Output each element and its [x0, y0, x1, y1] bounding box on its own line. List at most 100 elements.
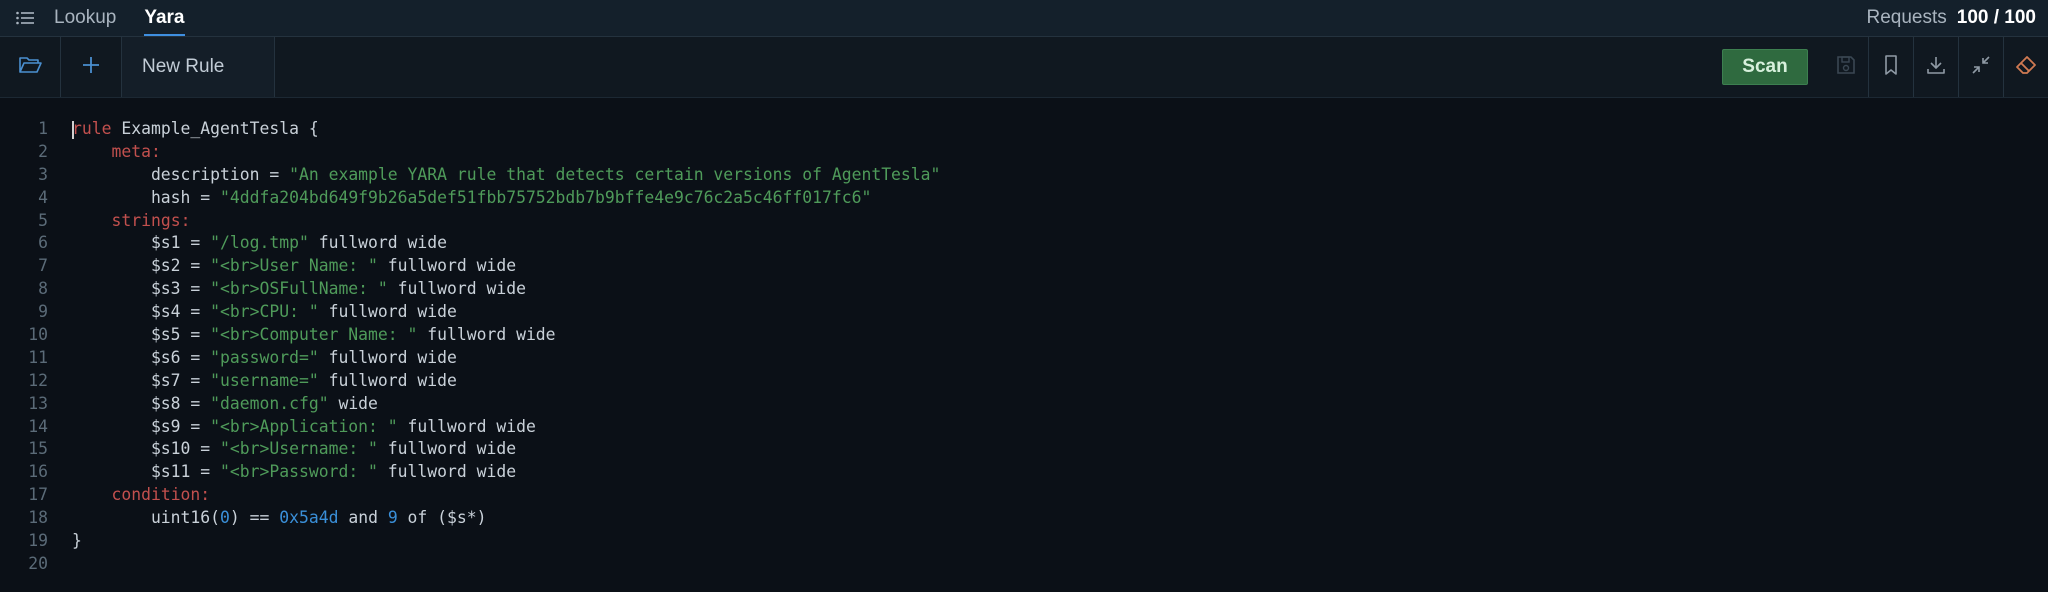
code-token: Example_AgentTesla {: [111, 119, 319, 138]
code-line[interactable]: 20: [0, 553, 2048, 576]
code-line[interactable]: 6 $s1 = "/log.tmp" fullword wide: [0, 232, 2048, 255]
code-line[interactable]: 18 uint16(0) == 0x5a4d and 9 of ($s*): [0, 507, 2048, 530]
code-token: 0: [220, 508, 230, 528]
line-number: 1: [38, 119, 48, 138]
scan-button[interactable]: Scan: [1722, 49, 1808, 85]
code-token: hash =: [72, 187, 221, 207]
code-token: "username=": [210, 370, 319, 390]
code-token: "/log.tmp": [210, 233, 309, 253]
code-line[interactable]: 17 condition:: [0, 484, 2048, 507]
code-text: condition:: [72, 484, 210, 507]
tab-yara[interactable]: Yara: [144, 0, 185, 36]
code-text: $s9 = "<br>Application: " fullword wide: [72, 416, 536, 439]
code-line[interactable]: 15 $s10 = "<br>Username: " fullword wide: [0, 438, 2048, 461]
line-number: 18: [28, 508, 48, 528]
code-text: strings:: [72, 210, 190, 233]
code-token: 9: [387, 508, 398, 528]
line-number: 15: [28, 439, 48, 459]
code-token: $s10 =: [72, 439, 221, 459]
code-token: fullword wide: [377, 256, 517, 276]
list-menu-icon[interactable]: [14, 9, 36, 27]
code-token: $s1 =: [72, 233, 211, 253]
folder-open-icon: [18, 55, 42, 80]
code-line[interactable]: 12 $s7 = "username=" fullword wide: [0, 370, 2048, 393]
code-token: fullword wide: [308, 233, 447, 253]
line-number: 14: [28, 416, 48, 436]
code-line[interactable]: 16 $s11 = "<br>Password: " fullword wide: [0, 461, 2048, 484]
code-token: $s6 =: [72, 347, 211, 367]
save-icon: [1835, 54, 1857, 81]
code-line[interactable]: 9 $s4 = "<br>CPU: " fullword wide: [0, 301, 2048, 324]
code-line[interactable]: 4 hash = "4ddfa204bd649f9b26a5def51fbb75…: [0, 187, 2048, 210]
code-token: }: [72, 531, 82, 551]
code-editor[interactable]: 1 rule Example_AgentTesla {2 meta: 3 descr…: [0, 98, 2048, 576]
code-token: $s3 =: [72, 279, 211, 299]
code-token: condition: [111, 485, 201, 505]
code-text: rule Example_AgentTesla {: [72, 118, 319, 141]
code-line[interactable]: 3 description = "An example YARA rule th…: [0, 164, 2048, 187]
code-token: "password=": [210, 347, 319, 367]
save-button[interactable]: [1824, 37, 1868, 97]
code-token: fullword wide: [318, 347, 457, 367]
open-folder-button[interactable]: [0, 37, 61, 97]
plus-icon: [81, 55, 101, 80]
code-text: description = "An example YARA rule that…: [72, 164, 940, 187]
line-number: 6: [38, 233, 48, 253]
code-token: "<br>Username: ": [220, 439, 378, 459]
code-line[interactable]: 11 $s6 = "password=" fullword wide: [0, 347, 2048, 370]
code-line[interactable]: 13 $s8 = "daemon.cfg" wide: [0, 393, 2048, 416]
line-number: 9: [38, 302, 48, 322]
code-text: $s1 = "/log.tmp" fullword wide: [72, 232, 447, 255]
collapse-button[interactable]: [1959, 37, 2003, 97]
code-token: and: [338, 508, 388, 528]
code-text: $s2 = "<br>User Name: " fullword wide: [72, 255, 516, 278]
code-line[interactable]: 14 $s9 = "<br>Application: " fullword wi…: [0, 416, 2048, 439]
requests-value: 100 / 100: [1956, 7, 2036, 28]
code-token: $s11 =: [72, 462, 221, 482]
code-text: $s4 = "<br>CPU: " fullword wide: [72, 301, 457, 324]
code-line[interactable]: 8 $s3 = "<br>OSFullName: " fullword wide: [0, 278, 2048, 301]
code-token: $s5 =: [72, 325, 211, 345]
code-text: $s6 = "password=" fullword wide: [72, 347, 457, 370]
code-token: :: [200, 485, 211, 505]
add-rule-button[interactable]: [61, 37, 122, 97]
code-token: description =: [72, 164, 290, 184]
code-token: of ($s*): [397, 508, 487, 528]
line-number: 10: [28, 325, 48, 345]
code-line[interactable]: 10 $s5 = "<br>Computer Name: " fullword …: [0, 324, 2048, 347]
code-line[interactable]: 7 $s2 = "<br>User Name: " fullword wide: [0, 255, 2048, 278]
code-token: fullword wide: [377, 462, 517, 482]
download-button[interactable]: [1914, 37, 1958, 97]
code-token: fullword wide: [397, 416, 536, 436]
code-token: wide: [328, 393, 378, 413]
requests-label: Requests: [1866, 7, 1947, 28]
code-text: $s8 = "daemon.cfg" wide: [72, 393, 378, 416]
line-number: 5: [38, 210, 48, 230]
code-token: fullword wide: [318, 370, 457, 390]
code-line[interactable]: 5 strings:: [0, 210, 2048, 233]
code-token: "4ddfa204bd649f9b26a5def51fbb75752bdb7b9…: [220, 187, 872, 207]
collapse-icon: [1970, 54, 1992, 81]
line-number: 13: [28, 393, 48, 413]
code-token: "daemon.cfg": [210, 393, 329, 413]
line-number: 16: [28, 462, 48, 482]
bookmark-button[interactable]: [1869, 37, 1913, 97]
code-line[interactable]: 1 rule Example_AgentTesla {: [0, 118, 2048, 141]
code-line[interactable]: 19}: [0, 530, 2048, 553]
line-number: 2: [38, 141, 48, 161]
line-number: 12: [28, 370, 48, 390]
clear-button[interactable]: [2004, 37, 2048, 97]
tab-lookup[interactable]: Lookup: [54, 0, 116, 36]
code-text: $s5 = "<br>Computer Name: " fullword wid…: [72, 324, 556, 347]
code-token: uint16(: [72, 508, 221, 528]
code-token: rule: [72, 119, 112, 138]
code-text: meta:: [72, 141, 160, 164]
bookmark-icon: [1881, 54, 1901, 81]
tab-new-rule[interactable]: New Rule: [122, 37, 276, 97]
code-token: "<br>User Name: ": [210, 256, 378, 276]
line-number: 7: [38, 256, 48, 276]
code-line[interactable]: 2 meta:: [0, 141, 2048, 164]
